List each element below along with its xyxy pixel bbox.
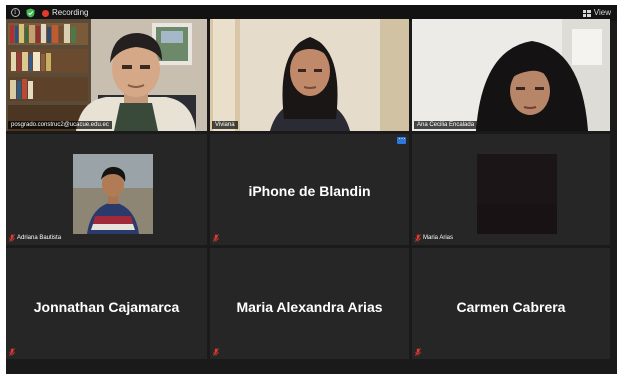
participant-name: Viviana [212, 121, 238, 129]
participant-display-name: Carmen Cabrera [456, 299, 566, 315]
view-button[interactable]: View [582, 7, 611, 19]
shield-icon[interactable] [26, 8, 35, 18]
participant-name-tag: Adriana Bautista [9, 234, 61, 242]
view-label: View [593, 8, 611, 17]
participant-tile-maria-alexandra[interactable]: Maria Alexandra Arias [210, 248, 409, 359]
grid-view-icon [582, 9, 591, 17]
info-icon[interactable] [11, 7, 20, 17]
participant-tile-maria-arias[interactable]: Maria Arias [412, 134, 610, 245]
participant-video [210, 19, 409, 131]
recording-label[interactable]: Recording [52, 7, 88, 19]
participant-display-name: iPhone de Blandin [248, 183, 371, 199]
mic-muted-icon [213, 234, 219, 242]
mic-muted-icon [213, 348, 219, 356]
participant-display-name: Jonnathan Cajamarca [33, 299, 180, 315]
profile-photo [477, 154, 557, 234]
participant-name-tag [213, 348, 219, 356]
participant-tile-ana-cecilia[interactable]: Ana Cecilia Encalada [412, 19, 610, 131]
participant-video [412, 19, 610, 131]
mic-muted-icon [9, 348, 15, 356]
participant-tile-posgrado[interactable]: posgrado.construc2@ucacue.edu.ec [6, 19, 207, 131]
more-options-icon[interactable] [397, 134, 406, 144]
participant-name-tag: Maria Arias [415, 234, 453, 242]
participant-name-tag [213, 234, 219, 242]
participant-name: Adriana Bautista [17, 235, 62, 241]
participant-name-tag [415, 348, 421, 356]
participant-tile-jonnathan[interactable]: Jonnathan Cajamarca [6, 248, 207, 359]
participant-video [6, 19, 207, 131]
participant-tile-iphone-blandin[interactable]: iPhone de Blandin [210, 134, 409, 245]
participant-tile-viviana[interactable]: Viviana [210, 19, 409, 131]
recording-icon [42, 10, 49, 17]
participant-name-tag [9, 348, 15, 356]
participant-name: Maria Arias [423, 235, 454, 241]
participant-display-name: Maria Alexandra Arias [236, 299, 383, 315]
participant-tile-carmen[interactable]: Carmen Cabrera [412, 248, 610, 359]
participant-name: posgrado.construc2@ucacue.edu.ec [8, 121, 112, 129]
mic-muted-icon [9, 234, 15, 242]
participant-tile-adriana[interactable]: Adriana Bautista [6, 134, 207, 245]
mic-muted-icon [415, 234, 421, 242]
participant-name: Ana Cecilia Encalada [414, 121, 478, 129]
profile-photo [73, 154, 153, 234]
mic-muted-icon [415, 348, 421, 356]
